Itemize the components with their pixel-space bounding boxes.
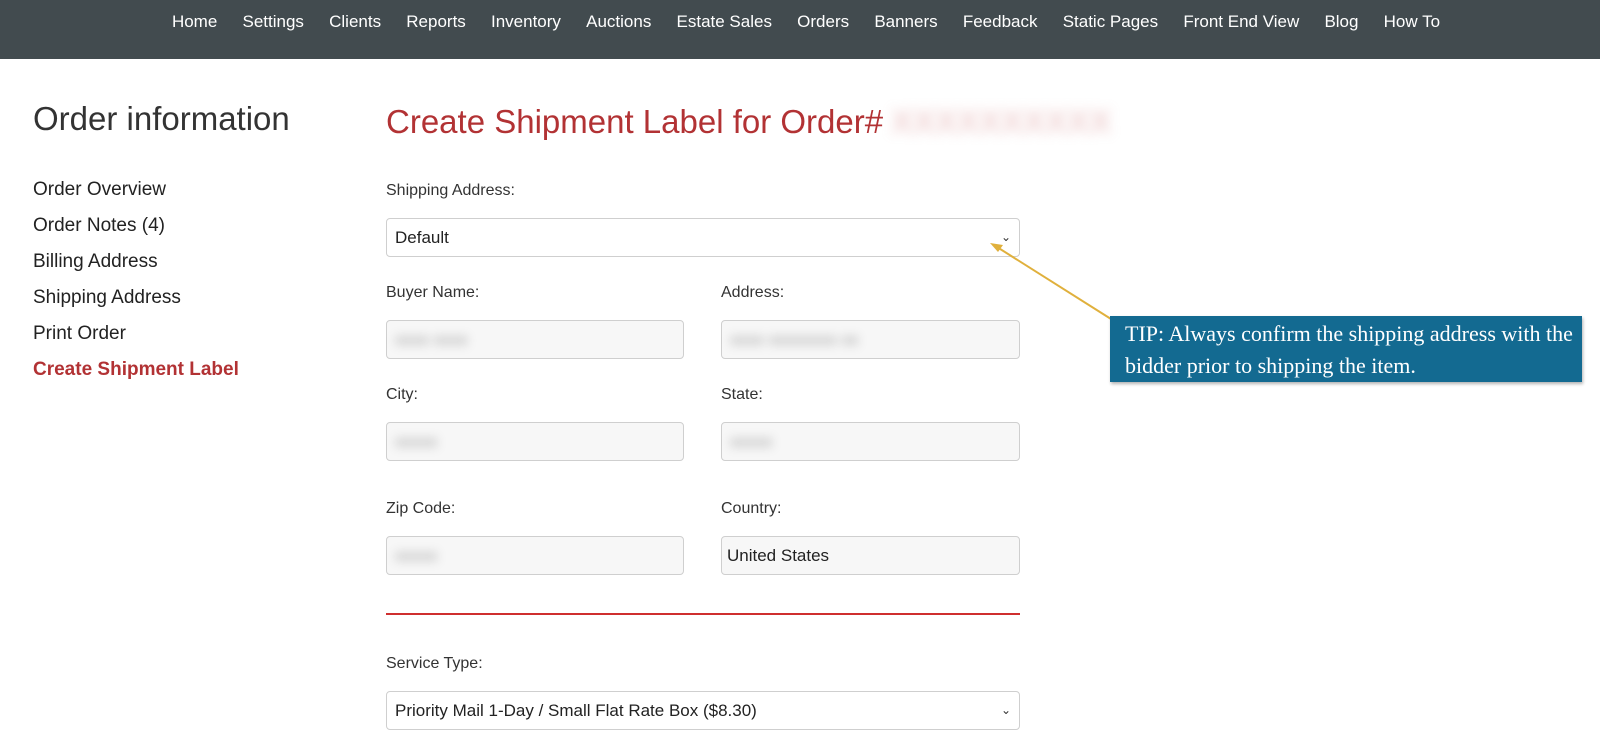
- sidebar-item-billing-address[interactable]: Billing Address: [33, 244, 333, 280]
- nav-static-pages[interactable]: Static Pages: [1050, 0, 1171, 32]
- buyer-name-input[interactable]: xxxx xxxx: [386, 320, 684, 359]
- buyer-name-redacted: xxxx xxxx: [395, 330, 468, 349]
- nav-feedback[interactable]: Feedback: [950, 0, 1050, 32]
- state-redacted: xxxxx: [730, 432, 773, 451]
- nav-clients[interactable]: Clients: [317, 0, 394, 32]
- address-label: Address:: [721, 284, 785, 301]
- country-label: Country:: [721, 500, 782, 517]
- service-type-select[interactable]: Priority Mail 1-Day / Small Flat Rate Bo…: [386, 691, 1020, 730]
- zip-code-redacted: xxxxx: [395, 546, 438, 565]
- service-type-value: Priority Mail 1-Day / Small Flat Rate Bo…: [395, 701, 757, 720]
- section-divider: [386, 613, 1020, 615]
- sidebar-item-print-order[interactable]: Print Order: [33, 316, 333, 352]
- zip-code-label: Zip Code:: [386, 500, 456, 517]
- city-input[interactable]: xxxxx: [386, 422, 684, 461]
- sidebar-item-shipping-address[interactable]: Shipping Address: [33, 280, 333, 316]
- tip-callout: TIP: Always confirm the shipping address…: [1110, 316, 1582, 382]
- address-input[interactable]: xxxx xxxxxxxx xx: [721, 320, 1020, 359]
- top-navigation: Home Settings Clients Reports Inventory …: [0, 0, 1600, 59]
- address-redacted: xxxx xxxxxxxx xx: [730, 330, 859, 349]
- shipping-address-value: Default: [395, 228, 449, 247]
- nav-orders[interactable]: Orders: [785, 0, 862, 32]
- order-number-redacted: XXXXXXXXXX: [891, 103, 1112, 140]
- state-label: State:: [721, 386, 763, 403]
- nav-home[interactable]: Home: [159, 0, 230, 32]
- chevron-down-icon: ⌄: [1000, 703, 1011, 717]
- page-title-text: Create Shipment Label for Order#: [386, 103, 884, 140]
- nav-auctions[interactable]: Auctions: [574, 0, 664, 32]
- city-label: City:: [386, 386, 418, 403]
- zip-code-input[interactable]: xxxxx: [386, 536, 684, 575]
- sidebar-title: Order information: [33, 100, 290, 137]
- buyer-name-label: Buyer Name:: [386, 284, 480, 301]
- sidebar-item-create-shipment-label[interactable]: Create Shipment Label: [33, 352, 333, 388]
- nav-how-to[interactable]: How To: [1371, 0, 1453, 32]
- nav-front-end-view[interactable]: Front End View: [1171, 0, 1312, 32]
- tip-arrow-line: [996, 246, 1112, 320]
- main-content: Create Shipment Label for Order# XXXXXXXX…: [386, 100, 1111, 144]
- shipping-address-label: Shipping Address:: [386, 182, 515, 199]
- nav-reports[interactable]: Reports: [394, 0, 479, 32]
- nav-estate-sales[interactable]: Estate Sales: [664, 0, 785, 32]
- nav-inventory[interactable]: Inventory: [478, 0, 573, 32]
- sidebar-item-order-notes[interactable]: Order Notes (4): [33, 208, 333, 244]
- nav-banners[interactable]: Banners: [862, 0, 951, 32]
- nav-blog[interactable]: Blog: [1312, 0, 1371, 32]
- sidebar: Order information Order Overview Order N…: [33, 100, 333, 388]
- nav-settings[interactable]: Settings: [230, 0, 317, 32]
- chevron-down-icon: ⌄: [1000, 230, 1011, 244]
- state-input[interactable]: xxxxx: [721, 422, 1020, 461]
- tip-text: TIP: Always confirm the shipping address…: [1125, 321, 1573, 378]
- service-type-label: Service Type:: [386, 655, 483, 672]
- country-value: United States: [727, 546, 830, 565]
- sidebar-item-order-overview[interactable]: Order Overview: [33, 172, 333, 208]
- shipping-address-select[interactable]: Default ⌄: [386, 218, 1020, 257]
- page-title: Create Shipment Label for Order# XXXXXXXX…: [386, 100, 1111, 144]
- city-redacted: xxxxx: [395, 432, 438, 451]
- country-input[interactable]: United States: [721, 536, 1020, 575]
